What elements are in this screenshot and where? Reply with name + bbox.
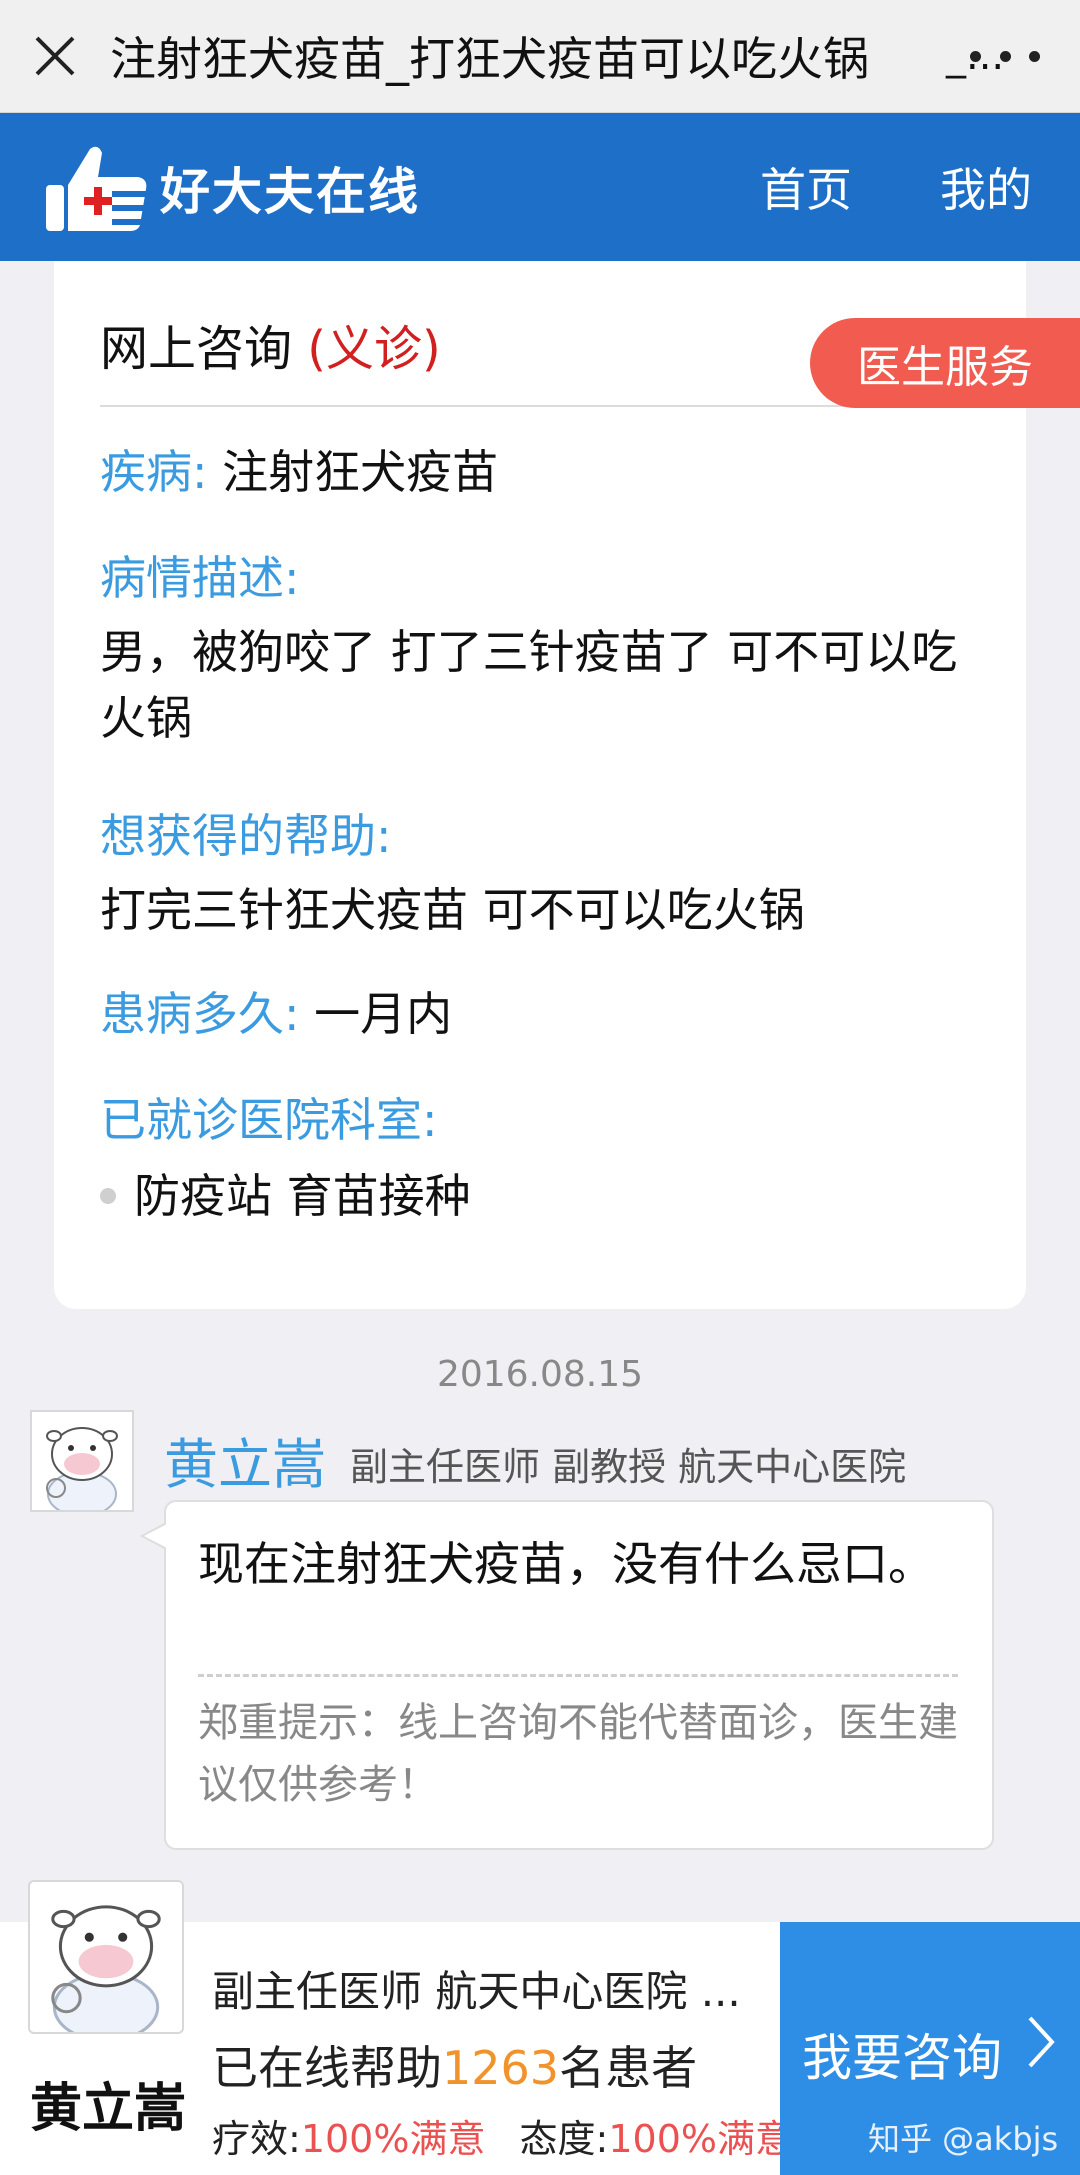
helped-prefix: 已在线帮助 [212,2041,442,2095]
help-label: 想获得的帮助: [100,809,392,863]
nav-home-link[interactable]: 首页 [760,154,852,220]
consult-button[interactable]: 我要咨询 知乎 @akbjs [780,1922,1080,2175]
thumbs-up-logo-icon [46,146,147,231]
bottom-doctor-name: 黄立嵩 [30,2079,187,2139]
dashed-divider [198,1674,958,1677]
browser-topbar: 注射狂犬疫苗_打狂犬疫苗可以吃火锅 _... [0,0,1080,113]
bottom-doctor-avatar[interactable] [28,1880,184,2043]
description-label: 病情描述: [100,551,300,605]
reply-date: 2016.08.15 [436,1354,644,1395]
visited-value: 防疫站 育苗接种 [134,1169,471,1223]
consultation-card: 网上咨询 (义诊) 疾病: 注射狂犬疫苗 病情描述: 男，被狗咬了 打了三针疫苗… [54,261,1026,1309]
visited-item: 防疫站 育苗接种 [100,1163,980,1229]
disease-label: 疾病: [100,445,208,499]
visited-label: 已就诊医院科室: [100,1093,438,1147]
duration-value: 一月内 [314,987,453,1041]
help-value: 打完三针狂犬疫苗 可不可以吃火锅 [100,883,805,937]
top-nav: 首页 我的 [720,113,1080,261]
consult-button-label: 我要咨询 [802,2029,1002,2087]
close-icon[interactable] [0,0,110,112]
disease-value: 注射狂犬疫苗 [222,445,499,499]
watermark: 知乎 @akbjs [868,2120,1059,2158]
attitude-value: 100%满意 [608,2117,793,2161]
site-header: 好大夫在线 首页 我的 [0,113,1080,261]
brand-logo[interactable]: 好大夫在线 [42,141,420,235]
field-duration: 患病多久: 一月内 [100,981,980,1047]
card-title: 网上咨询 (义诊) [100,309,441,379]
doctor-avatar[interactable] [30,1410,134,1517]
attitude-label: 态度: [519,2117,609,2161]
helped-number: 1263 [442,2041,560,2095]
field-visited: 已就诊医院科室: 防疫站 育苗接种 [100,1087,980,1229]
description-value: 男，被狗咬了 打了三针疫苗了 可不可以吃火锅 [100,625,958,745]
bottom-doctor-title: 副主任医师 航天中心医院 ... [212,1967,741,2016]
doctor-service-button[interactable]: 医生服务 [810,318,1080,408]
field-description: 病情描述: 男，被狗咬了 打了三针疫苗了 可不可以吃火锅 [100,545,980,751]
chevron-right-icon [1026,2014,1056,2084]
effect-label: 疗效: [212,2117,301,2161]
bottom-ratings: 疗效:100%满意 态度:100%满意 [212,2108,793,2163]
bullet-dot-icon [100,1188,116,1204]
bottom-helped-count: 已在线帮助1263名患者 [212,2032,697,2098]
card-title-text: 网上咨询 [100,321,293,377]
brand-name: 好大夫在线 [160,163,420,221]
cow-avatar-icon [46,1427,118,1517]
effect-value: 100%满意 [300,2117,486,2161]
field-disease: 疾病: 注射狂犬疫苗 [100,439,980,505]
more-icon[interactable] [970,36,1040,76]
page-title: 注射狂犬疫苗_打狂犬疫苗可以吃火锅 [110,32,869,86]
nav-mine-link[interactable]: 我的 [940,154,1032,220]
reply-message: 现在注射狂犬疫苗，没有什么忌口。 [198,1537,934,1591]
disclaimer-tip: 郑重提示：线上咨询不能代替面诊，医生建议仅供参考！ [198,1700,958,1808]
free-consult-tag: (义诊) [307,321,441,377]
duration-label: 患病多久: [100,987,300,1041]
doctor-title: 副主任医师 副教授 航天中心医院 [350,1445,907,1489]
field-help: 想获得的帮助: 打完三针狂犬疫苗 可不可以吃火锅 [100,803,980,943]
doctor-name[interactable]: 黄立嵩 [164,1420,326,1499]
reply-bubble: 现在注射狂犬疫苗，没有什么忌口。 郑重提示：线上咨询不能代替面诊，医生建议仅供参… [140,1500,994,1850]
helped-suffix: 名患者 [559,2041,698,2095]
cow-avatar-icon [51,1905,161,2043]
